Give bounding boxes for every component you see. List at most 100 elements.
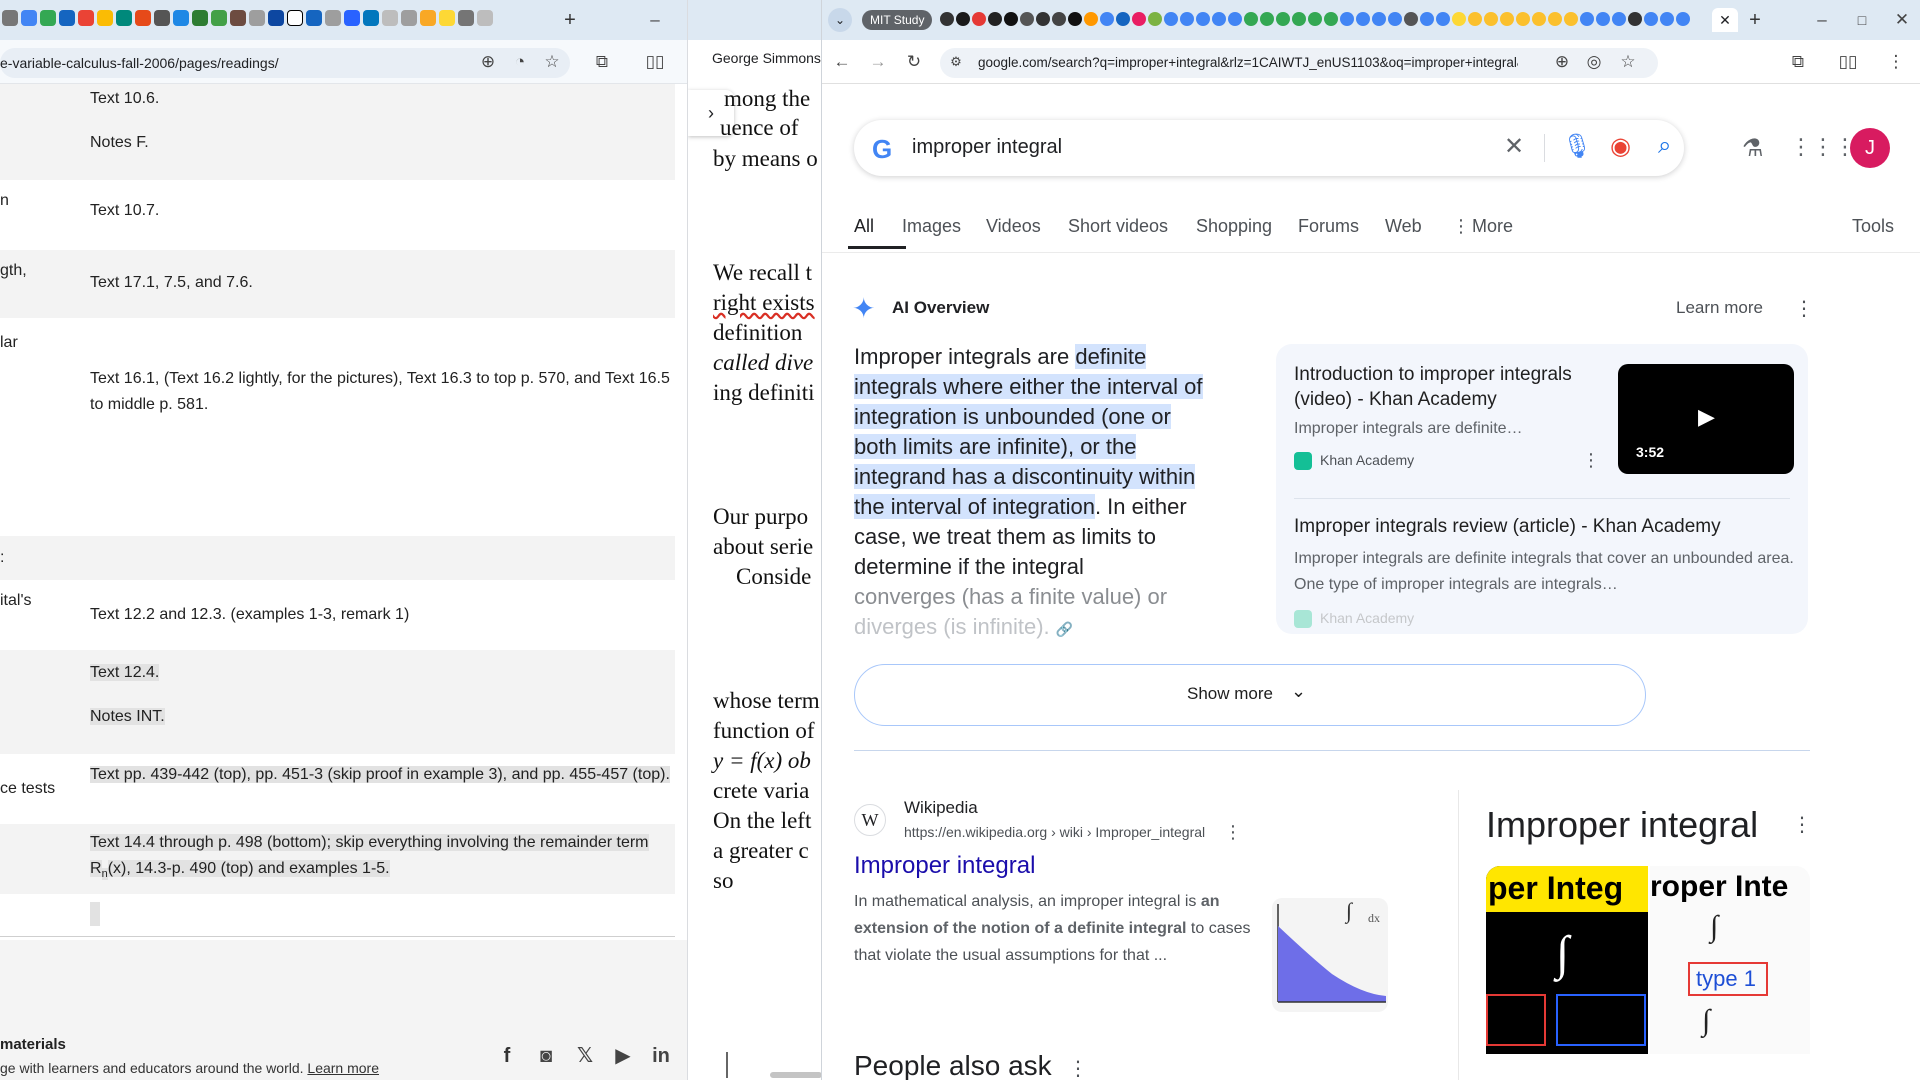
lens-search-icon[interactable]: ◉	[1610, 132, 1631, 161]
tab-favicon-icon[interactable]	[1548, 12, 1562, 26]
left-tab-favicons[interactable]	[2, 10, 493, 26]
tab-favicon-icon[interactable]	[1468, 12, 1482, 26]
browser-menu-icon[interactable]: ⋮	[1886, 52, 1906, 72]
labs-flask-icon[interactable]: ⚗	[1742, 134, 1764, 163]
result-menu-icon[interactable]: ⋮	[1224, 822, 1242, 843]
tab-favicon-icon[interactable]	[1212, 12, 1226, 26]
tab-favicon-icon[interactable]	[1404, 12, 1418, 26]
right-tab-favicons[interactable]	[940, 12, 1690, 26]
video-thumbnail[interactable]: ▶ 3:52	[1618, 364, 1794, 474]
minimize-icon[interactable]: –	[645, 10, 665, 30]
tab-favicon-icon[interactable]	[1020, 12, 1034, 26]
horizontal-scrollbar[interactable]	[770, 1072, 821, 1078]
tab-favicon-icon[interactable]	[1452, 12, 1466, 26]
tab-all[interactable]: All	[854, 216, 874, 237]
tab-favicon-icon[interactable]	[1516, 12, 1530, 26]
tab-favicon-icon[interactable]	[1532, 12, 1546, 26]
ai-overview-menu-icon[interactable]: ⋮	[1794, 296, 1814, 321]
tab-favicon-icon[interactable]	[1292, 12, 1306, 26]
tools-button[interactable]: Tools	[1852, 216, 1894, 237]
tab-favicon-icon[interactable]	[1388, 12, 1402, 26]
youtube-icon[interactable]: ▶	[610, 1043, 636, 1069]
reading-mode-icon[interactable]: ▯▯	[645, 52, 665, 72]
source-card[interactable]: Improper integrals review (article) - Kh…	[1276, 504, 1808, 634]
apps-grid-icon[interactable]: ⋮⋮⋮	[1790, 134, 1856, 160]
zoom-icon[interactable]: ⊕	[478, 52, 498, 72]
reading-mode-icon[interactable]: ▯▯	[1838, 52, 1858, 72]
knowledge-panel-menu-icon[interactable]: ⋮	[1792, 812, 1812, 837]
tab-short-videos[interactable]: Short videos	[1068, 216, 1168, 237]
knowledge-image-2[interactable]: roper Inte ∫ type 1 ∫	[1650, 866, 1810, 1054]
knowledge-image-1[interactable]: per Integ ∫	[1486, 866, 1648, 1054]
bookmark-star-icon[interactable]: ☆	[542, 52, 562, 72]
tab-videos[interactable]: Videos	[986, 216, 1041, 237]
maximize-icon[interactable]: □	[1852, 10, 1872, 30]
close-tab-icon[interactable]: ✕	[1712, 8, 1738, 32]
site-info-icon[interactable]: ⚙	[946, 52, 966, 72]
source-title[interactable]: Improper integrals review (article) - Kh…	[1294, 516, 1794, 538]
tracking-icon[interactable]: ◎	[1584, 52, 1604, 72]
tab-favicon-icon[interactable]	[1052, 12, 1066, 26]
tab-search-chevron-icon[interactable]: ⌄	[828, 8, 852, 32]
search-submit-icon[interactable]: ⌕	[1658, 132, 1671, 160]
back-icon[interactable]: ←	[832, 52, 852, 72]
tab-favicon-icon[interactable]	[1260, 12, 1274, 26]
tab-favicon-icon[interactable]	[1308, 12, 1322, 26]
zoom-icon[interactable]: ⊕	[1552, 52, 1572, 72]
tab-favicon-icon[interactable]	[1036, 12, 1050, 26]
more-menu-icon[interactable]: ⋮	[1452, 216, 1470, 237]
source-title[interactable]: Introduction to improper integrals (vide…	[1294, 362, 1594, 412]
tab-favicon-icon[interactable]	[1340, 12, 1354, 26]
learn-more-link[interactable]: Learn more	[307, 1060, 379, 1076]
tab-favicon-icon[interactable]	[1660, 12, 1674, 26]
tab-favicon-icon[interactable]	[1612, 12, 1626, 26]
tab-favicon-icon[interactable]	[972, 12, 986, 26]
tab-favicon-icon[interactable]	[940, 12, 954, 26]
tab-favicon-icon[interactable]	[1564, 12, 1578, 26]
clear-search-icon[interactable]: ✕	[1504, 132, 1524, 161]
new-tab-icon[interactable]: +	[1745, 10, 1765, 30]
tab-favicon-icon[interactable]	[1164, 12, 1178, 26]
tab-favicon-icon[interactable]	[956, 12, 970, 26]
tab-images[interactable]: Images	[902, 216, 961, 237]
citation-link-icon[interactable]: 🔗	[1056, 621, 1073, 637]
search-box[interactable]: G improper integral ✕ 🎙 ◉ ⌕	[854, 120, 1684, 176]
extensions-icon[interactable]: ⧉	[1788, 52, 1808, 72]
tab-favicon-icon[interactable]	[1100, 12, 1114, 26]
tab-favicon-icon[interactable]	[1628, 12, 1642, 26]
tab-shopping[interactable]: Shopping	[1196, 216, 1272, 237]
tab-favicon-icon[interactable]	[988, 12, 1002, 26]
tab-favicon-icon[interactable]	[1276, 12, 1290, 26]
close-window-icon[interactable]: ✕	[1892, 10, 1912, 30]
x-twitter-icon[interactable]: 𝕏	[572, 1043, 598, 1069]
tab-web[interactable]: Web	[1385, 216, 1422, 237]
tab-favicon-icon[interactable]	[1596, 12, 1610, 26]
instagram-icon[interactable]: ◙	[533, 1043, 559, 1069]
tab-favicon-icon[interactable]	[1196, 12, 1210, 26]
tab-favicon-icon[interactable]	[1500, 12, 1514, 26]
tab-favicon-icon[interactable]	[1676, 12, 1690, 26]
people-also-ask-menu-icon[interactable]: ⋮	[1068, 1056, 1088, 1080]
linkedin-icon[interactable]: in	[648, 1043, 674, 1069]
search-input[interactable]: improper integral	[912, 136, 1062, 159]
tab-favicon-icon[interactable]	[1436, 12, 1450, 26]
tab-group-chip[interactable]: MIT Study	[862, 10, 933, 30]
tab-favicon-icon[interactable]	[1116, 12, 1130, 26]
tab-favicon-icon[interactable]	[1244, 12, 1258, 26]
tab-favicon-icon[interactable]	[1148, 12, 1162, 26]
tab-favicon-icon[interactable]	[1644, 12, 1658, 26]
source-card[interactable]: Introduction to improper integrals (vide…	[1276, 344, 1808, 494]
play-icon[interactable]: ▶	[1698, 404, 1715, 430]
tab-more[interactable]: More	[1472, 216, 1513, 237]
facebook-icon[interactable]: f	[494, 1043, 520, 1069]
tab-favicon-icon[interactable]	[1228, 12, 1242, 26]
tab-favicon-icon[interactable]	[1180, 12, 1194, 26]
tab-favicon-icon[interactable]	[1580, 12, 1594, 26]
tab-favicon-icon[interactable]	[1420, 12, 1434, 26]
tab-favicon-icon[interactable]	[1324, 12, 1338, 26]
extensions-icon[interactable]: ⧉	[592, 52, 612, 72]
tab-favicon-icon[interactable]	[1372, 12, 1386, 26]
tab-favicon-icon[interactable]	[1004, 12, 1018, 26]
tab-forums[interactable]: Forums	[1298, 216, 1359, 237]
new-tab-icon[interactable]: +	[560, 10, 580, 30]
